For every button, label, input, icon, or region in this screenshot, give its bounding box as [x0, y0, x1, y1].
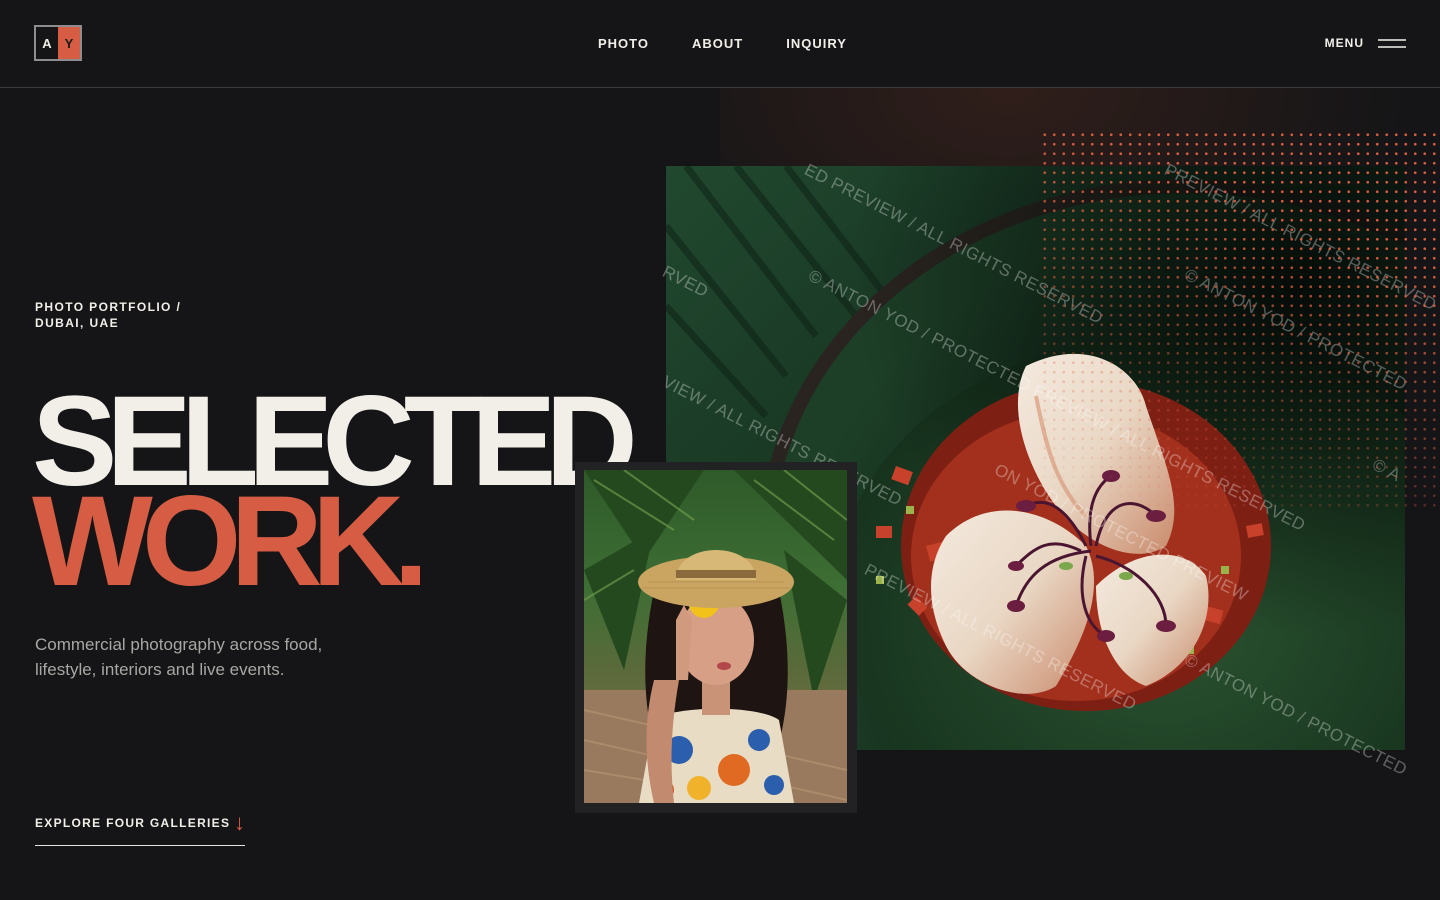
- site-header: A Y PHOTO ABOUT INQUIRY MENU: [0, 0, 1440, 88]
- arrow-down-icon: ↓: [234, 810, 245, 835]
- main-nav: PHOTO ABOUT INQUIRY: [598, 36, 890, 51]
- menu-button[interactable]: MENU: [1325, 36, 1406, 50]
- logo-letter-a: A: [42, 35, 52, 51]
- explore-galleries-link[interactable]: EXPLORE FOUR GALLERIES ↓: [35, 812, 245, 846]
- hero-title-work: WORK.: [32, 470, 429, 613]
- kicker-line-1: PHOTO PORTFOLIO /: [35, 300, 182, 314]
- nav-item-about[interactable]: ABOUT: [692, 36, 743, 51]
- kicker-line-2: DUBAI, UAE: [35, 316, 120, 330]
- hero-kicker: PHOTO PORTFOLIO / DUBAI, UAE: [35, 299, 255, 331]
- hamburger-icon: [1378, 38, 1406, 48]
- hero-description: Commercial photography across food, life…: [35, 635, 323, 679]
- logo-letter-y: Y: [58, 27, 80, 59]
- portrait-card[interactable]: [575, 462, 857, 813]
- portrait-illustration: [584, 470, 847, 803]
- lifestyle-portrait-photo: [584, 470, 847, 803]
- nav-item-photo[interactable]: PHOTO: [598, 36, 649, 51]
- menu-label: MENU: [1324, 36, 1364, 50]
- logo[interactable]: A Y: [34, 25, 82, 61]
- explore-galleries-label: EXPLORE FOUR GALLERIES: [35, 816, 231, 830]
- nav-item-inquiry[interactable]: INQUIRY: [786, 36, 847, 51]
